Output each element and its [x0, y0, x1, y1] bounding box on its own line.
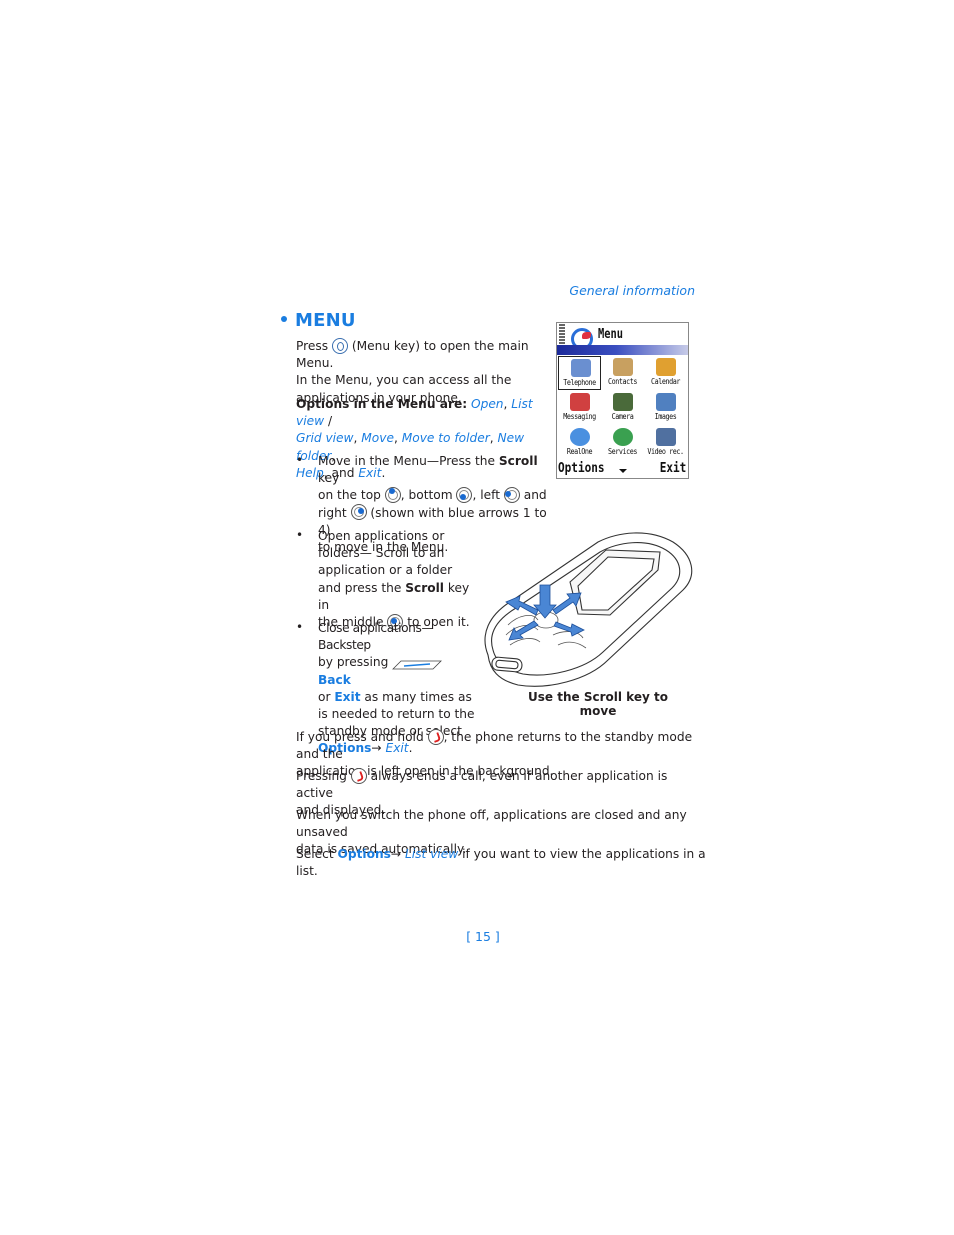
scroll-down-icon [456, 486, 473, 503]
images-icon [656, 393, 676, 411]
options-label: Options in the Menu are: [296, 397, 468, 411]
para-text: When you switch the phone off, applicati… [296, 808, 687, 840]
scroll-key-label: Scroll [405, 580, 444, 595]
separator: , [393, 431, 398, 446]
list-view-option: List view [404, 847, 459, 861]
option-move-to-folder: Move to folder [401, 431, 490, 446]
app-label: Contacts [608, 377, 637, 386]
app-label: Telephone [563, 378, 596, 387]
separator: / [324, 414, 333, 429]
section-title-text: MENU [295, 310, 356, 331]
options-label: Options [337, 847, 391, 861]
intro-text: In the Menu, you can access all the [296, 373, 512, 388]
separator: , [489, 431, 494, 446]
arrow-text: → [390, 847, 405, 861]
intro-text: Press [296, 339, 329, 353]
bullet-open: Open applications or folders— Scroll to … [318, 528, 478, 631]
para-text: Pressing [296, 769, 347, 783]
figure-caption: Use the Scroll key to move [528, 690, 668, 718]
bullet-text: Open applications or [318, 529, 445, 543]
realone-icon [570, 428, 590, 446]
app-tile[interactable]: Images [644, 391, 687, 425]
menu-screen-illustration: Menu Telephone Contacts Calendar Messaging C… [556, 322, 689, 479]
running-head: General information [569, 283, 695, 298]
messaging-icon [570, 393, 590, 411]
menu-key-icon [331, 337, 348, 354]
end-key-icon [427, 728, 444, 745]
app-tile[interactable]: Services [601, 426, 644, 460]
app-tile[interactable]: Calendar [644, 356, 687, 390]
app-tile[interactable]: RealOne [558, 426, 601, 460]
screen-titlebar: Menu [557, 323, 688, 355]
bullet-text: , bottom [400, 488, 453, 503]
page-number: [ 15 ] [466, 929, 500, 944]
end-key-icon [350, 767, 367, 784]
scroll-left-icon [503, 486, 520, 503]
telephone-icon [571, 359, 591, 377]
bullet-text: is needed to return to the [318, 707, 475, 722]
screen-title: Menu [598, 327, 624, 342]
option-open: Open [470, 397, 504, 411]
option-grid-view: Grid view [296, 431, 354, 446]
separator: , [353, 431, 358, 446]
app-label: Images [654, 412, 677, 421]
bullet-marker: • [296, 620, 304, 634]
scroll-up-icon [384, 486, 401, 503]
calendar-icon [656, 358, 676, 376]
bullet-dot-icon [281, 316, 287, 322]
bullet-marker: • [296, 528, 304, 542]
bullet-marker: • [296, 453, 304, 467]
softkey-options[interactable]: Options [558, 461, 605, 476]
intro-text: (Menu key) to open the main Menu. [296, 339, 529, 371]
app-label: Video rec. [647, 447, 684, 456]
app-label: Camera [611, 412, 634, 421]
paragraph-select-list-view: Select Options→ List view if you want to… [296, 846, 716, 880]
bullet-text: key [318, 471, 340, 486]
phone-device-illustration [484, 532, 693, 687]
app-label: Services [608, 447, 637, 456]
scroll-key-label: Scroll [498, 454, 538, 468]
signal-icon [559, 324, 565, 344]
separator: , [503, 397, 508, 411]
scroll-down-indicator-icon [619, 469, 627, 473]
app-tile[interactable]: Camera [601, 391, 644, 425]
back-label: Back [318, 672, 351, 687]
app-tile[interactable]: Contacts [601, 356, 644, 390]
bullet-text: and [519, 488, 547, 503]
option-move: Move [361, 431, 394, 446]
bullet-text: or [318, 689, 335, 704]
para-text: Select [296, 847, 338, 861]
bullet-text: , left [472, 488, 500, 503]
para-text: If you press and hold [296, 730, 424, 744]
softkey-exit[interactable]: Exit [659, 461, 686, 476]
softkey-bar: Options Exit [557, 461, 688, 478]
exit-label: Exit [334, 689, 361, 704]
services-icon [613, 428, 633, 446]
app-tile[interactable]: Video rec. [644, 426, 687, 460]
bullet-text: on the top [318, 488, 381, 503]
bullet-text: by pressing [318, 655, 389, 670]
bullet-text: folders— Scroll to an [318, 546, 445, 561]
bullet-text: Move in the Menu—Press the [318, 454, 499, 468]
contacts-icon [613, 358, 633, 376]
scroll-right-icon [350, 504, 367, 521]
app-tile[interactable]: Messaging [558, 391, 601, 425]
bullet-text: and press the [318, 580, 406, 595]
bullet-text: application or a folder [318, 563, 453, 578]
video-recorder-icon [656, 428, 676, 446]
app-tile[interactable]: Telephone [558, 356, 601, 390]
camera-icon [613, 393, 633, 411]
softkey-icon [392, 658, 443, 670]
bullet-text: Close applications—Backstep [318, 621, 434, 653]
bullet-text: right [318, 505, 347, 520]
app-label: Messaging [563, 412, 596, 421]
title-gradient-bar [557, 345, 688, 355]
section-title: MENU [281, 310, 356, 331]
bullet-text: as many times as [360, 689, 472, 704]
app-label: RealOne [566, 447, 593, 456]
app-label: Calendar [651, 377, 680, 386]
